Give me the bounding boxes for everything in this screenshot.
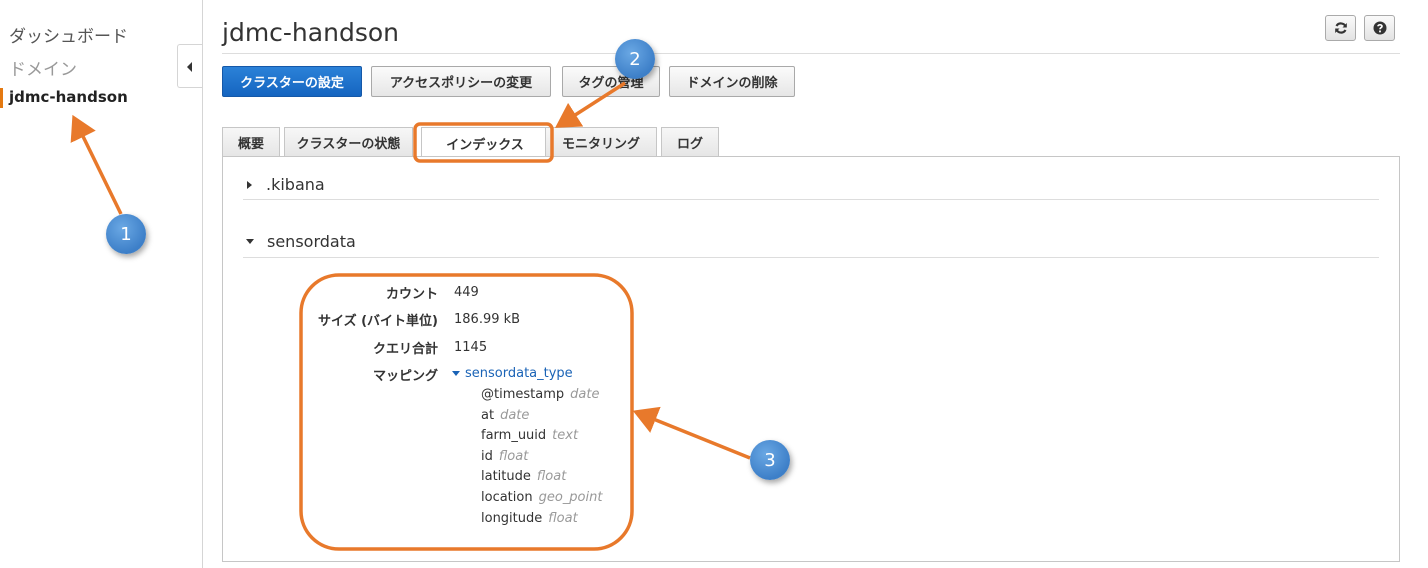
- arrow-1: [70, 114, 123, 215]
- highlight-box-details: [299, 273, 634, 551]
- arrow-3: [632, 406, 751, 460]
- highlight-box-tab: [413, 122, 554, 163]
- step-badge-1: 1: [106, 214, 146, 254]
- annotation-overlay: [70, 81, 751, 551]
- step-badge-2: 2: [615, 39, 655, 79]
- arrow-2: [555, 81, 626, 128]
- step-badge-3: 3: [750, 440, 790, 480]
